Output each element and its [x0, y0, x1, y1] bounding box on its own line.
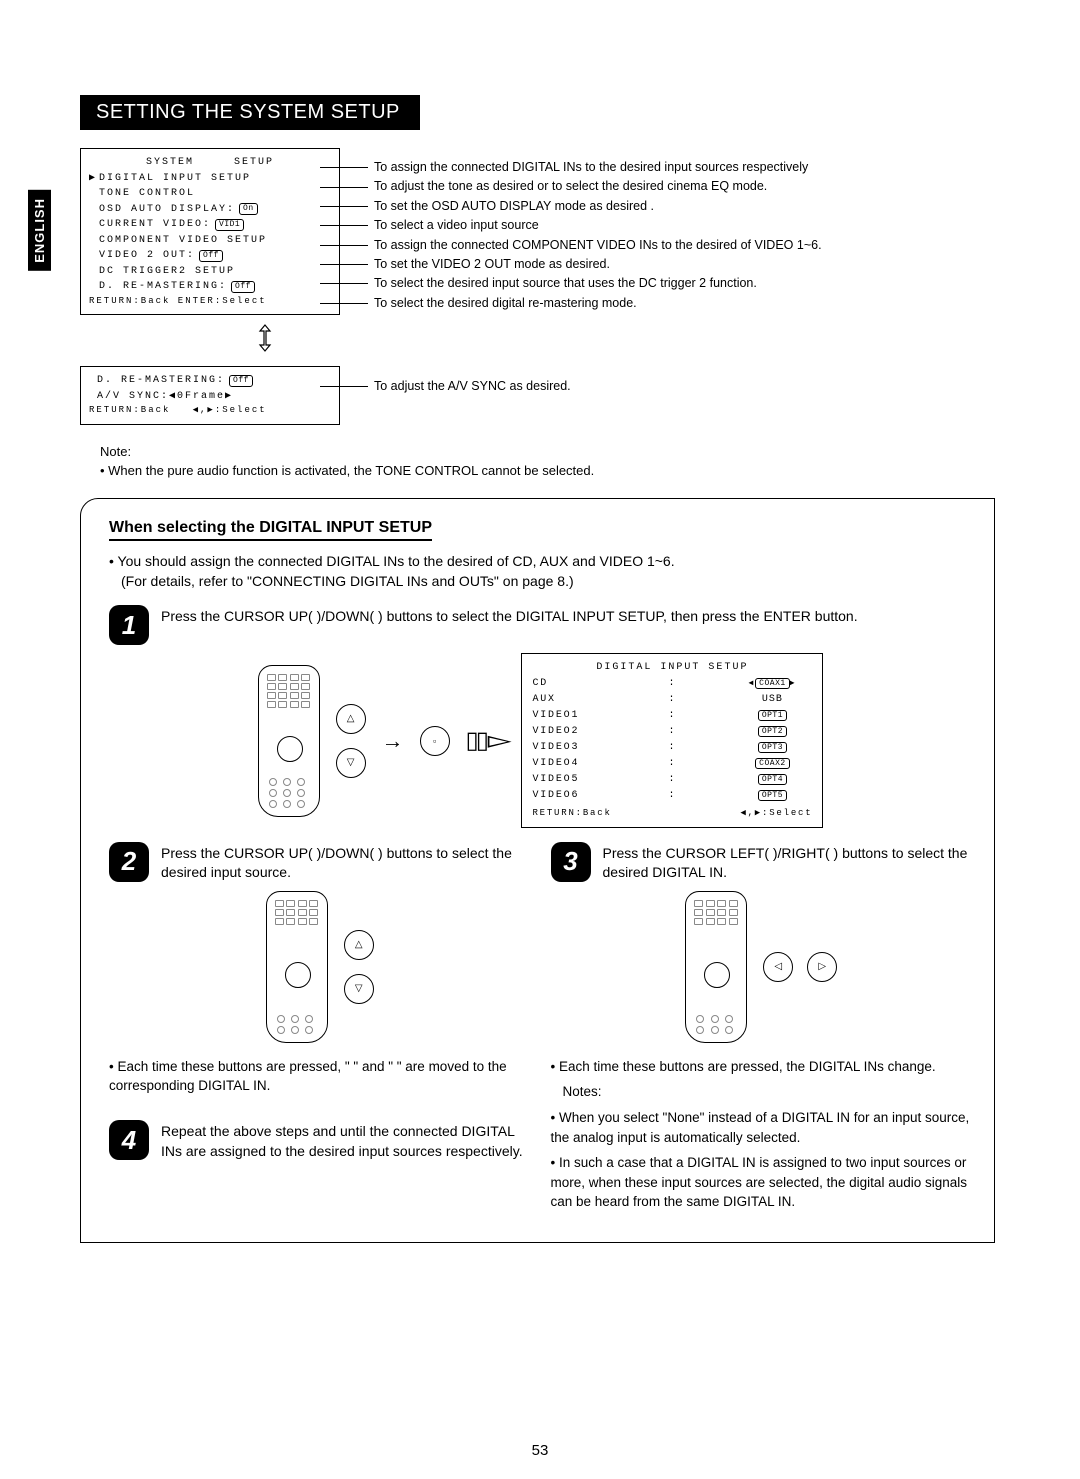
di-row: VIDEO3:OPT3: [532, 740, 812, 756]
description-line: To assign the connected COMPONENT VIDEO …: [374, 236, 822, 255]
remote-icon: [685, 891, 747, 1043]
di-footer-left: RETURN:Back: [532, 806, 611, 820]
osd-remaster-sync: D. RE-MASTERING:Off A/V SYNC:◀0Frame▶ RE…: [80, 366, 340, 425]
remote-icon: [258, 665, 320, 817]
osd-menu-line: TONE CONTROL: [89, 186, 331, 202]
description-line: To set the OSD AUTO DISPLAY mode as desi…: [374, 197, 654, 216]
step-badge-3: 3: [551, 842, 591, 882]
step-2-note: • Each time these buttons are pressed, "…: [109, 1057, 531, 1096]
note-label: Note:: [100, 443, 995, 461]
di-row: VIDEO5:OPT4: [532, 772, 812, 788]
osd-value-tag: Off: [199, 250, 223, 262]
step-1: 1 Press the CURSOR UP( )/DOWN( ) buttons…: [109, 605, 972, 645]
osd-menu-line: COMPONENT VIDEO SETUP: [89, 233, 331, 249]
description-line: To adjust the tone as desired or to sele…: [374, 177, 767, 196]
di-row: VIDEO2:OPT2: [532, 724, 812, 740]
digital-input-osd: DIGITAL INPUT SETUP CD:◀COAX1▶AUX:USBVID…: [521, 653, 823, 827]
description-line: To select a video input source: [374, 216, 539, 235]
step-1-text: Press the CURSOR UP( )/DOWN( ) buttons t…: [161, 605, 972, 627]
step-2-text: Press the CURSOR UP( )/DOWN( ) buttons t…: [161, 842, 531, 883]
di-row: VIDEO1:OPT1: [532, 708, 812, 724]
di-row: VIDEO6:OPT5: [532, 788, 812, 804]
description-line: To select the desired input source that …: [374, 274, 757, 293]
di-value-tag: COAX2: [755, 758, 790, 769]
step-3-note-2: • When you select "None" instead of a DI…: [551, 1108, 973, 1147]
di-row: AUX:USB: [532, 692, 812, 708]
step-badge-1: 1: [109, 605, 149, 645]
desc-av-sync: To adjust the A/V SYNC as desired.: [374, 377, 571, 396]
step-2: 2 Press the CURSOR UP( )/DOWN( ) buttons…: [109, 842, 531, 883]
di-title: DIGITAL INPUT SETUP: [532, 660, 812, 676]
osd-footer: RETURN:Back ENTER:Select: [89, 295, 331, 309]
di-value-tag: OPT5: [758, 790, 787, 801]
step-2-graphics: △ ▽: [109, 891, 531, 1043]
step-4: 4 Repeat the above steps and until the c…: [109, 1120, 531, 1161]
descriptions-column: To assign the connected DIGITAL INs to t…: [340, 148, 995, 396]
step-badge-2: 2: [109, 842, 149, 882]
osd2-footer: RETURN:Back ◀,▶:Select: [89, 404, 331, 418]
intro-line-1: • You should assign the connected DIGITA…: [109, 553, 675, 569]
step-3-text: Press the CURSOR LEFT( )/RIGHT( ) button…: [603, 842, 973, 883]
section-title-box: SETTING THE SYSTEM SETUP: [80, 95, 420, 130]
di-footer-right: ◀,▶:Select: [740, 806, 812, 820]
step-4-text: Repeat the above steps and until the con…: [161, 1120, 531, 1161]
osd-menu-line: CURRENT VIDEO:VID1: [89, 217, 331, 233]
step-3-note-3: • In such a case that a DIGITAL IN is as…: [551, 1153, 973, 1212]
language-tab: ENGLISH: [28, 190, 51, 271]
osd-menu-line: D. RE-MASTERING:Off: [89, 373, 331, 389]
osd-menu-line: A/V SYNC:◀0Frame▶: [89, 389, 331, 405]
osd-system-setup: SYSTEM SETUP ▶DIGITAL INPUT SETUP TONE C…: [80, 148, 340, 315]
arrow-right-icon: →: [382, 728, 404, 754]
digital-input-setup-frame: When selecting the DIGITAL INPUT SETUP •…: [80, 498, 995, 1243]
step-3-note-1: • Each time these buttons are pressed, t…: [551, 1057, 973, 1077]
osd-value-tag: Off: [229, 375, 253, 387]
di-row: VIDEO4:COAX2: [532, 756, 812, 772]
up-down-buttons-icon: △ ▽: [336, 704, 366, 778]
osd-menu-line: DC TRIGGER2 SETUP: [89, 264, 331, 280]
step-3-graphics: ◁ ▷: [551, 891, 973, 1043]
description-line: To select the desired digital re-masteri…: [374, 294, 637, 313]
left-right-buttons-icon: ◁ ▷: [763, 952, 837, 982]
note-block: Note: • When the pure audio function is …: [100, 443, 995, 479]
note-text: • When the pure audio function is activa…: [100, 462, 995, 480]
step-1-graphics: △ ▽ → ▫ ▯▯▻ DIGITAL INPUT SETUP CD:◀COAX…: [109, 653, 972, 827]
scroll-arrows-icon: [190, 323, 340, 358]
intro-line-2: (For details, refer to "CONNECTING DIGIT…: [121, 573, 574, 589]
osd-menu-line: VIDEO 2 OUT:Off: [89, 248, 331, 264]
osd-value-tag: On: [239, 203, 258, 215]
di-value-tag: OPT1: [758, 710, 787, 721]
description-line: To assign the connected DIGITAL INs to t…: [374, 158, 808, 177]
up-down-buttons-icon: △ ▽: [344, 930, 374, 1004]
section-title: SETTING THE SYSTEM SETUP: [96, 101, 400, 123]
step-3-notes-label: Notes:: [563, 1082, 973, 1102]
di-value-tag: COAX1: [755, 678, 790, 689]
remote-icon: [266, 891, 328, 1043]
osd-value-tag: VID1: [215, 219, 244, 231]
system-setup-diagram: SYSTEM SETUP ▶DIGITAL INPUT SETUP TONE C…: [80, 148, 995, 425]
osd-menu-line: D. RE-MASTERING:Off: [89, 279, 331, 295]
page-number: 53: [0, 1442, 1080, 1459]
di-value-tag: OPT3: [758, 742, 787, 753]
osd-menu-line: OSD AUTO DISPLAY:On: [89, 202, 331, 218]
step-badge-4: 4: [109, 1120, 149, 1160]
osd-popup-icon: ▯▯▻: [466, 726, 506, 755]
di-value-tag: OPT2: [758, 726, 787, 737]
osd-menu-line: ▶DIGITAL INPUT SETUP: [89, 171, 331, 187]
di-row: CD:◀COAX1▶: [532, 676, 812, 692]
osd-title: SYSTEM SETUP: [89, 155, 331, 171]
di-value-tag: OPT4: [758, 774, 787, 785]
step-3: 3 Press the CURSOR LEFT( )/RIGHT( ) butt…: [551, 842, 973, 883]
enter-button-icon: ▫: [420, 726, 450, 756]
osd-value-tag: Off: [231, 281, 255, 293]
subsection-title: When selecting the DIGITAL INPUT SETUP: [109, 519, 432, 541]
description-line: To set the VIDEO 2 OUT mode as desired.: [374, 255, 610, 274]
